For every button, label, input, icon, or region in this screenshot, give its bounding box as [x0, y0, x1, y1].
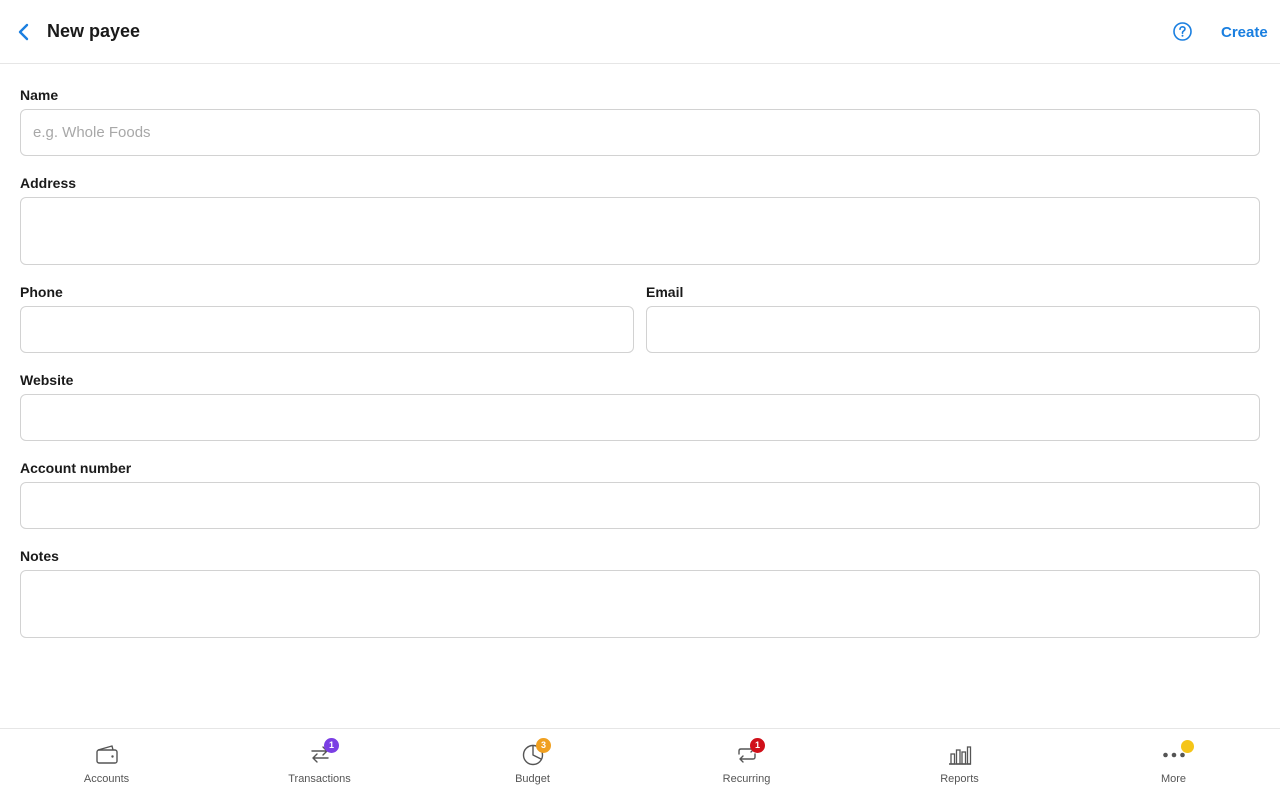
nav-label-recurring: Recurring: [722, 773, 771, 785]
wallet-icon: [95, 745, 118, 764]
nav-transactions[interactable]: 1 Transactions: [213, 729, 426, 800]
nav-reports[interactable]: Reports: [853, 729, 1066, 800]
create-button[interactable]: Create: [1221, 24, 1268, 41]
chevron-left-icon: [18, 23, 29, 41]
address-label: Address: [20, 175, 77, 191]
page-title: New payee: [47, 21, 141, 41]
nav-accounts[interactable]: Accounts: [0, 729, 213, 800]
budget-badge: 3: [536, 738, 551, 753]
notes-label: Notes: [20, 548, 59, 564]
nav-budget[interactable]: 3 Budget: [426, 729, 639, 800]
help-icon: [1173, 22, 1192, 41]
name-label: Name: [20, 87, 59, 103]
nav-label-transactions: Transactions: [288, 773, 351, 785]
transactions-badge: 1: [324, 738, 339, 753]
recurring-badge: 1: [750, 738, 765, 753]
nav-label-accounts: Accounts: [83, 773, 130, 785]
phone-label: Phone: [20, 284, 63, 300]
name-input[interactable]: [20, 109, 1260, 156]
address-input[interactable]: [20, 197, 1260, 265]
notes-input[interactable]: [20, 570, 1260, 638]
more-dot-badge: [1181, 740, 1194, 753]
email-input[interactable]: [646, 306, 1260, 353]
nav-label-reports: Reports: [940, 773, 979, 785]
nav-more[interactable]: More: [1067, 729, 1280, 800]
nav-recurring[interactable]: 1 Recurring: [640, 729, 853, 800]
bottom-nav: Accounts 1 Transactions 3 Budget 1 Recur…: [0, 728, 1280, 800]
email-label: Email: [646, 284, 684, 300]
account-number-input[interactable]: [20, 482, 1260, 529]
account-number-label: Account number: [20, 460, 132, 476]
nav-label-budget: Budget: [515, 773, 550, 785]
phone-input[interactable]: [20, 306, 634, 353]
website-input[interactable]: [20, 394, 1260, 441]
help-button[interactable]: [1172, 21, 1193, 42]
website-label: Website: [20, 372, 74, 388]
nav-label-more: More: [1160, 773, 1187, 785]
top-bar: New payee Create: [0, 0, 1280, 64]
back-button[interactable]: [12, 20, 36, 44]
bar-chart-icon: [948, 746, 971, 765]
